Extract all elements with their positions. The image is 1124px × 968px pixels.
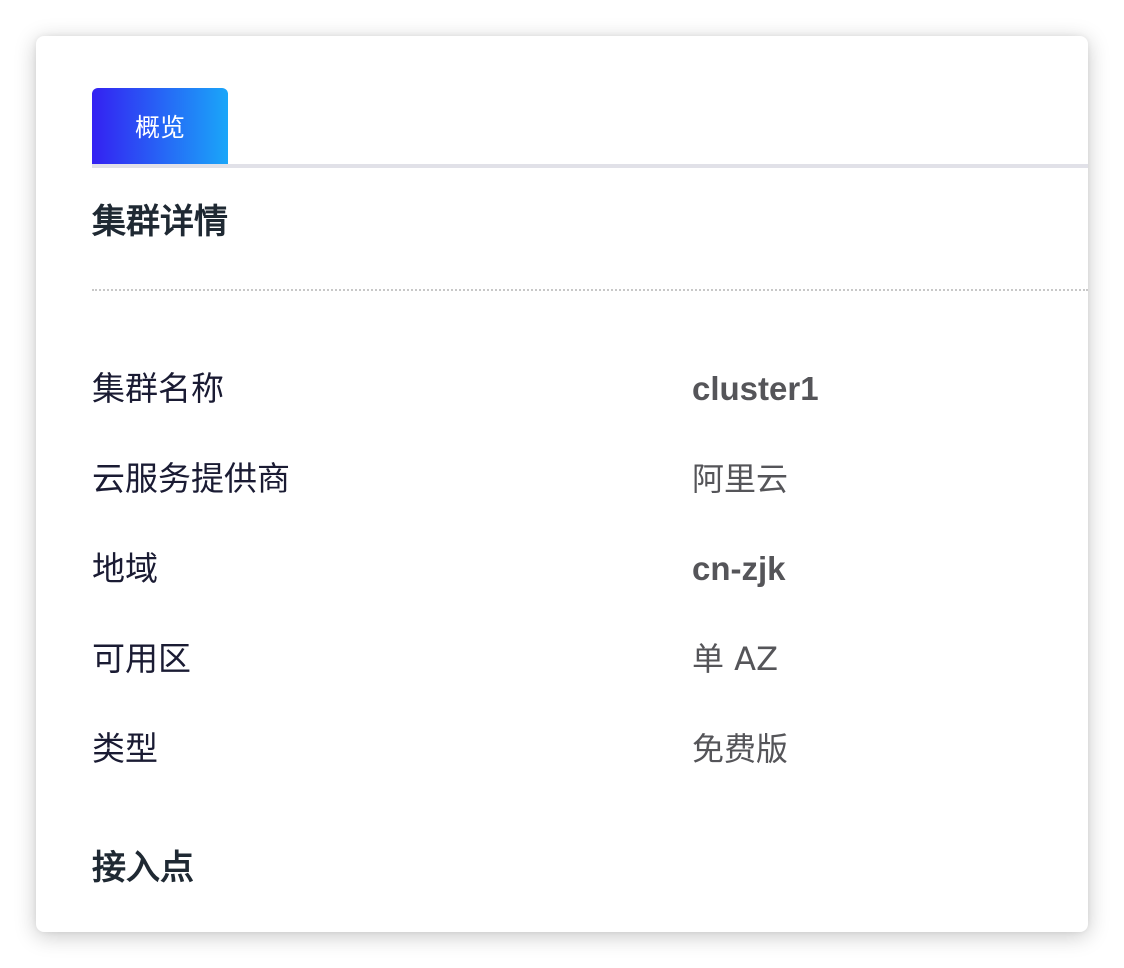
cluster-detail-card: 概览 集群详情 集群名称 cluster1 云服务提供商 阿里云 地域 cn-z… bbox=[36, 36, 1088, 932]
detail-list: 集群名称 cluster1 云服务提供商 阿里云 地域 cn-zjk 可用区 单… bbox=[92, 356, 1072, 806]
dotted-divider bbox=[92, 289, 1088, 291]
detail-row-cluster-name: 集群名称 cluster1 bbox=[92, 356, 1072, 446]
detail-value: 免费版 bbox=[692, 730, 789, 768]
detail-label: 地域 bbox=[92, 549, 158, 588]
detail-value: 阿里云 bbox=[692, 460, 789, 498]
detail-value: 单 AZ bbox=[692, 640, 778, 678]
tab-overview[interactable]: 概览 bbox=[92, 88, 228, 164]
section-title-endpoints: 接入点 bbox=[92, 848, 194, 888]
detail-row-region: 地域 cn-zjk bbox=[92, 536, 1072, 626]
detail-label: 可用区 bbox=[92, 639, 191, 678]
tab-underline bbox=[92, 164, 1088, 168]
section-title-cluster-details: 集群详情 bbox=[92, 202, 228, 242]
detail-label: 类型 bbox=[92, 729, 158, 768]
detail-value: cn-zjk bbox=[692, 550, 786, 587]
detail-label: 云服务提供商 bbox=[92, 459, 290, 498]
detail-value: cluster1 bbox=[692, 370, 819, 407]
detail-row-availability-zone: 可用区 单 AZ bbox=[92, 626, 1072, 716]
detail-label: 集群名称 bbox=[92, 369, 224, 408]
tab-bar: 概览 bbox=[92, 88, 1088, 168]
detail-row-cloud-provider: 云服务提供商 阿里云 bbox=[92, 446, 1072, 536]
detail-row-type: 类型 免费版 bbox=[92, 716, 1072, 806]
